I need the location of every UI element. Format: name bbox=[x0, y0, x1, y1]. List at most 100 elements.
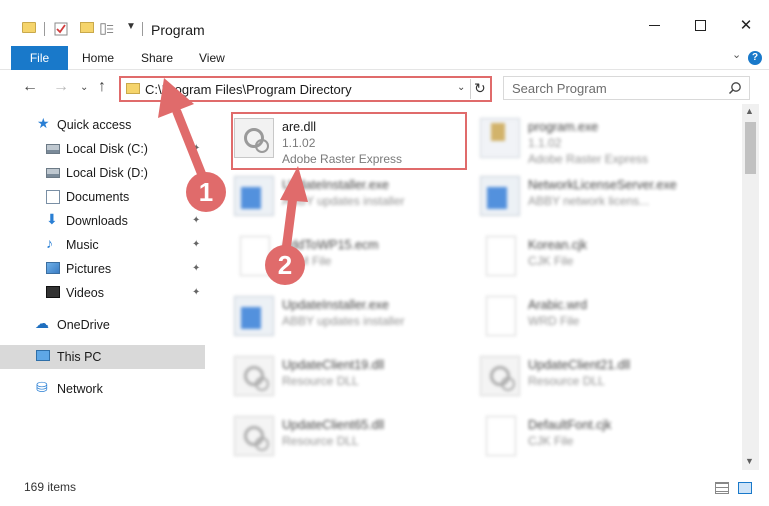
cloud-icon: ☁ bbox=[35, 315, 49, 331]
search-input[interactable] bbox=[512, 81, 722, 96]
tab-file[interactable]: File bbox=[11, 46, 68, 70]
file-item[interactable]: UpdateClient21.dll Resource DLL bbox=[480, 350, 720, 404]
file-item[interactable]: UpdateClient65.dll Resource DLL bbox=[234, 410, 474, 464]
documents-icon bbox=[46, 190, 60, 204]
pin-icon[interactable]: ✦ bbox=[192, 143, 200, 154]
sidebar-item-label: This PC bbox=[57, 350, 102, 364]
file-item[interactable]: UpdateInstaller.exe ABBY updates install… bbox=[234, 170, 474, 224]
minimize-button[interactable] bbox=[631, 10, 677, 40]
sidebar-item-onedrive[interactable]: ☁ OneDrive bbox=[0, 313, 205, 337]
back-arrow-icon[interactable]: ← bbox=[22, 78, 38, 96]
sidebar-item-this-pc[interactable]: This PC bbox=[0, 345, 205, 369]
file-item[interactable]: UpdateInstaller.exe ABBY updates install… bbox=[234, 290, 474, 344]
vertical-scrollbar[interactable]: ▲ ▼ bbox=[742, 104, 759, 470]
file-item[interactable]: Arabic.wrd WRD File bbox=[480, 290, 720, 344]
refresh-icon[interactable]: ↻ bbox=[474, 80, 486, 97]
file-name: UpdateClient21.dll bbox=[528, 358, 631, 372]
file-name: program.exe bbox=[528, 120, 599, 134]
installer-icon bbox=[234, 176, 274, 216]
status-bar: 169 items bbox=[0, 474, 769, 500]
scroll-up-icon[interactable]: ▲ bbox=[745, 106, 754, 116]
file-name: UpdateInstaller.exe bbox=[282, 298, 390, 312]
sidebar-item-music[interactable]: ♪ Music ✦ bbox=[0, 233, 205, 257]
forward-arrow-icon[interactable]: → bbox=[53, 78, 69, 96]
sidebar-item-network[interactable]: ⛁ Network bbox=[0, 377, 205, 401]
address-path[interactable]: C:\Program Files\Program Directory bbox=[145, 82, 352, 97]
computer-icon bbox=[36, 350, 50, 361]
dll-gear-icon bbox=[234, 356, 274, 396]
file-type: CJK File bbox=[528, 434, 574, 448]
details-view-icon[interactable] bbox=[715, 482, 729, 494]
pin-icon[interactable]: ✦ bbox=[192, 287, 200, 298]
file-description: Adobe Raster Express bbox=[528, 152, 649, 166]
tab-share[interactable]: Share bbox=[141, 46, 173, 70]
tab-view[interactable]: View bbox=[199, 46, 225, 70]
sidebar-item-label: OneDrive bbox=[57, 318, 110, 332]
sidebar-item-local-disk-c[interactable]: Local Disk (C:) ✦ bbox=[0, 137, 205, 161]
up-arrow-icon[interactable]: ↑ bbox=[98, 78, 106, 96]
search-icon[interactable] bbox=[728, 81, 742, 95]
quick-access-dropdown-icon[interactable]: ▼ bbox=[126, 21, 136, 32]
search-box[interactable] bbox=[503, 76, 750, 100]
expand-ribbon-chevron-icon[interactable]: ⌄ bbox=[732, 48, 741, 61]
file-description: ABBY updates installer bbox=[282, 314, 405, 328]
tab-home[interactable]: Home bbox=[82, 46, 114, 70]
file-type: Resource DLL bbox=[282, 374, 359, 388]
sidebar-item-pictures[interactable]: Pictures ✦ bbox=[0, 257, 205, 281]
sidebar-item-quick-access[interactable]: ★ Quick access bbox=[0, 113, 205, 137]
blank-file-icon bbox=[486, 416, 516, 456]
file-item[interactable]: program.exe 1.1.02 Adobe Raster Express bbox=[480, 112, 720, 166]
properties-check-icon[interactable] bbox=[54, 22, 68, 36]
address-bar[interactable]: C:\Program Files\Program Directory ⌄ ↻ bbox=[119, 76, 492, 102]
file-name: DefaultFont.cjk bbox=[528, 418, 612, 432]
dll-gear-icon bbox=[480, 356, 520, 396]
maximize-button[interactable] bbox=[677, 10, 723, 40]
file-name: UpdateClient65.dll bbox=[282, 418, 385, 432]
address-dropdown-icon[interactable]: ⌄ bbox=[457, 82, 465, 93]
file-name: NetworkLicenseServer.exe bbox=[528, 178, 677, 192]
installer-icon bbox=[480, 176, 520, 216]
item-count: 169 items bbox=[24, 480, 77, 494]
sidebar-item-local-disk-d[interactable]: Local Disk (D:) bbox=[0, 161, 205, 185]
scrollbar-thumb[interactable] bbox=[745, 122, 756, 174]
sidebar-item-label: Quick access bbox=[57, 118, 132, 132]
pin-icon[interactable]: ✦ bbox=[192, 263, 200, 274]
blank-file-icon bbox=[486, 236, 516, 276]
sidebar-item-label: Downloads bbox=[66, 214, 128, 228]
file-name: UpdateClient19.dll bbox=[282, 358, 385, 372]
large-icons-view-icon[interactable] bbox=[738, 482, 752, 494]
sidebar-item-label: Music bbox=[66, 238, 99, 252]
file-item[interactable]: Korean.cjk CJK File bbox=[480, 230, 720, 284]
sidebar-item-label: Pictures bbox=[66, 262, 112, 276]
drive-icon bbox=[46, 144, 60, 154]
file-type: WRD File bbox=[528, 314, 580, 328]
file-version: 1.1.02 bbox=[528, 136, 562, 150]
pin-icon[interactable]: ✦ bbox=[192, 215, 200, 226]
address-separator bbox=[470, 79, 471, 99]
toolbar-separator bbox=[44, 22, 45, 36]
pin-icon[interactable]: ✦ bbox=[192, 239, 200, 250]
sidebar-item-label: Local Disk (C:) bbox=[66, 142, 148, 156]
new-folder-icon[interactable] bbox=[80, 22, 94, 33]
file-type: Resource DLL bbox=[282, 434, 359, 448]
customize-toolbar-icon[interactable] bbox=[100, 22, 114, 36]
target-file-highlight bbox=[231, 112, 467, 170]
close-icon: ✕ bbox=[739, 17, 753, 34]
recent-locations-chevron-icon[interactable]: ⌄ bbox=[80, 82, 88, 93]
folder-icon bbox=[126, 83, 140, 94]
file-item[interactable]: DefaultFont.cjk CJK File bbox=[480, 410, 720, 464]
toolbar-separator bbox=[142, 22, 143, 36]
scroll-down-icon[interactable]: ▼ bbox=[745, 456, 754, 466]
sidebar-item-documents[interactable]: Documents ✦ bbox=[0, 185, 205, 209]
dll-gear-icon bbox=[234, 416, 274, 456]
sidebar-item-label: Documents bbox=[66, 190, 130, 204]
help-icon[interactable]: ? bbox=[748, 51, 762, 65]
sidebar-item-downloads[interactable]: ⬇ Downloads ✦ bbox=[0, 209, 205, 233]
close-button[interactable]: ✕ bbox=[723, 10, 769, 40]
file-description: ABBY network licens... bbox=[528, 194, 650, 208]
file-item[interactable]: UpdateClient19.dll Resource DLL bbox=[234, 350, 474, 404]
pictures-icon bbox=[46, 262, 60, 274]
sidebar-item-videos[interactable]: Videos ✦ bbox=[0, 281, 205, 305]
file-item[interactable]: NetworkLicenseServer.exe ABBY network li… bbox=[480, 170, 720, 224]
installer-icon bbox=[234, 296, 274, 336]
